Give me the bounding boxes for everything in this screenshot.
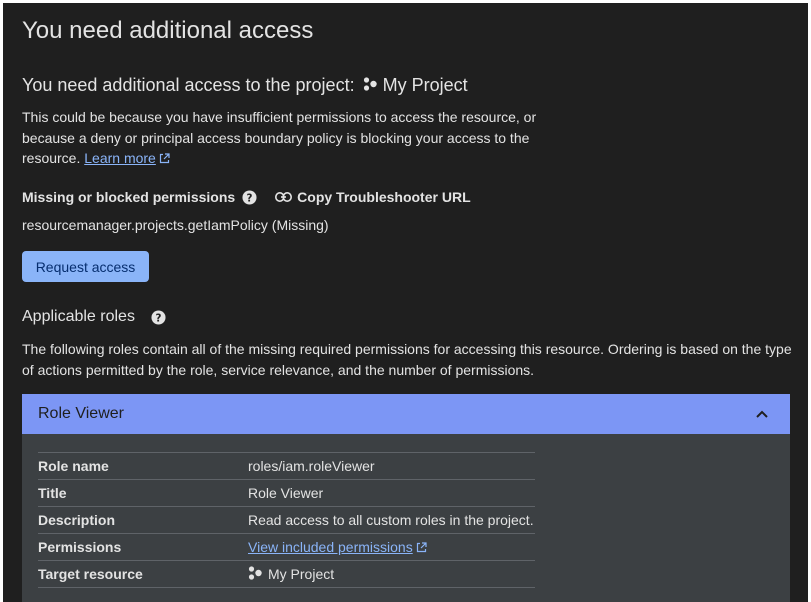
access-denied-page: You need additional access You need addi… [3, 3, 808, 602]
permissions-row: Missing or blocked permissions ? Copy Tr… [22, 189, 471, 205]
learn-more-link[interactable]: Learn more [84, 150, 170, 166]
description-label: Description [38, 506, 248, 534]
help-icon[interactable]: ? [151, 309, 166, 325]
target-resource-value: My Project [248, 560, 535, 588]
role-name-label: Role name [38, 452, 248, 480]
view-included-permissions-link[interactable]: View included permissions [248, 539, 427, 555]
project-icon [248, 565, 262, 583]
description-value: Read access to all custom roles in the p… [248, 506, 535, 534]
copy-troubleshooter-url-label: Copy Troubleshooter URL [297, 189, 471, 205]
view-included-permissions-label: View included permissions [248, 538, 413, 555]
applicable-roles-heading: Applicable roles ? [22, 308, 166, 326]
role-panel-header[interactable]: Role Viewer [22, 394, 790, 434]
role-panel: Role Viewer Role name roles/iam.roleView… [22, 394, 790, 602]
title-label: Title [38, 479, 248, 507]
permissions-value: View included permissions [248, 533, 535, 561]
applicable-roles-description: The following roles contain all of the m… [22, 341, 792, 378]
target-resource-name: My Project [268, 566, 335, 582]
project-heading: You need additional access to the projec… [22, 75, 468, 96]
role-details-table: Role name roles/iam.roleViewer Title Rol… [38, 452, 535, 588]
help-icon[interactable]: ? [242, 189, 257, 205]
role-panel-title: Role Viewer [38, 405, 124, 422]
table-row: Role name roles/iam.roleViewer [38, 452, 535, 480]
project-icon [363, 75, 377, 96]
table-row: Description Read access to all custom ro… [38, 506, 535, 534]
page-title: You need additional access [22, 17, 314, 44]
explanation-text: This could be because you have insuffici… [22, 107, 542, 170]
external-link-icon [159, 149, 170, 170]
missing-permission-value: resourcemanager.projects.getIamPolicy (M… [22, 217, 329, 233]
table-row: Target resource My Project [38, 560, 535, 588]
chevron-up-icon[interactable] [756, 410, 768, 418]
project-name: My Project [382, 75, 468, 95]
project-heading-text: You need additional access to the projec… [22, 75, 355, 95]
copy-troubleshooter-url-button[interactable]: Copy Troubleshooter URL [275, 189, 471, 205]
title-value: Role Viewer [248, 479, 535, 507]
role-name-value: roles/iam.roleViewer [248, 452, 535, 480]
external-link-icon [416, 540, 427, 556]
request-access-button[interactable]: Request access [22, 251, 149, 282]
svg-text:?: ? [155, 312, 161, 324]
applicable-roles-label: Applicable roles [22, 308, 135, 325]
svg-text:?: ? [247, 192, 253, 204]
permissions-label: Missing or blocked permissions [22, 189, 236, 205]
table-row: Permissions View included permissions [38, 533, 535, 561]
learn-more-label: Learn more [84, 150, 156, 166]
link-icon [275, 192, 293, 202]
table-row: Title Role Viewer [38, 479, 535, 507]
target-resource-label: Target resource [38, 560, 248, 588]
permissions-label: Permissions [38, 533, 248, 561]
